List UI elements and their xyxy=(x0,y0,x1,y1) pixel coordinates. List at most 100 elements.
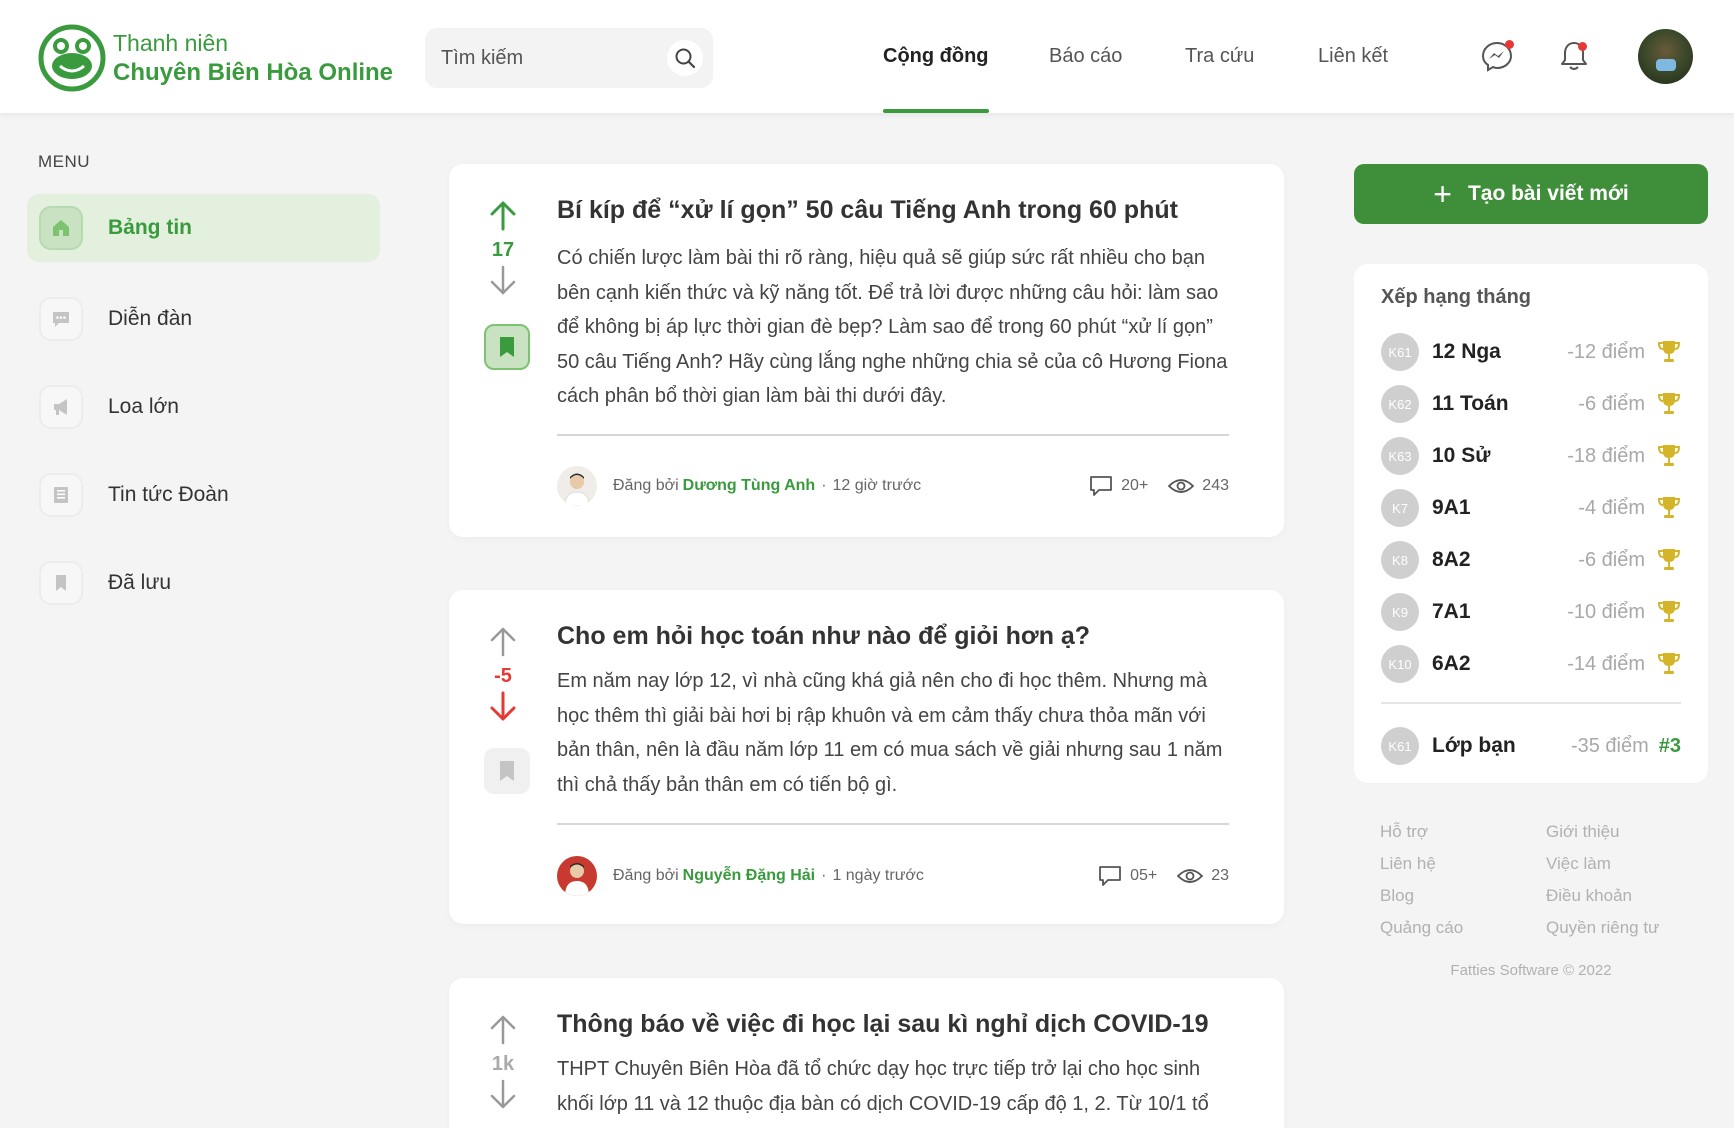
class-badge: K61 xyxy=(1381,727,1419,765)
ranking-row[interactable]: K63 10 Sử -18 điểm xyxy=(1381,436,1681,476)
class-points: -6 điểm xyxy=(1578,392,1645,415)
brand-line-2: Chuyên Biên Hòa Online xyxy=(113,59,394,86)
bookmark-button[interactable] xyxy=(484,748,530,794)
post-body: Có chiến lược làm bài thi rõ ràng, hiệu … xyxy=(557,247,1228,407)
comments-stat[interactable]: 05+ xyxy=(1098,865,1157,887)
brand-name[interactable]: Thanh niên Chuyên Biên Hòa Online xyxy=(113,29,393,87)
downvote-icon[interactable] xyxy=(487,1078,519,1110)
post-time: 12 giờ trước xyxy=(832,477,922,494)
upvote-icon[interactable] xyxy=(487,200,519,232)
footer-link-blog[interactable]: Blog xyxy=(1380,886,1414,906)
ranking-row[interactable]: K8 8A2 -6 điểm xyxy=(1381,540,1681,580)
ranking-row[interactable]: K61 12 Nga -12 điểm xyxy=(1381,332,1681,372)
downvote-icon[interactable] xyxy=(487,690,519,722)
home-icon xyxy=(39,206,83,250)
bookmark-button[interactable] xyxy=(484,324,530,370)
class-points: -10 điểm xyxy=(1567,600,1645,623)
class-name: 10 Sử xyxy=(1432,444,1491,467)
tab-tra-cuu[interactable]: Tra cứu xyxy=(1185,0,1254,113)
views-stat: 243 xyxy=(1168,477,1229,495)
post-stats: 05+ 23 xyxy=(1098,865,1229,887)
trophy-icon xyxy=(1657,445,1681,466)
footer-link-gioi-thieu[interactable]: Giới thiệu xyxy=(1546,822,1620,842)
class-badge: K62 xyxy=(1381,385,1419,423)
brand-line-1: Thanh niên xyxy=(113,30,229,56)
post-card[interactable]: -5 Cho em hỏi học toán như nào để giỏi h… xyxy=(449,590,1284,924)
post-title[interactable]: Bí kíp để “xử lí gọn” 50 câu Tiếng Anh t… xyxy=(557,196,1234,225)
post-divider xyxy=(557,434,1229,436)
vote-widget: 17 xyxy=(479,200,527,301)
ranking-row[interactable]: K62 11 Toán -6 điểm xyxy=(1381,384,1681,424)
my-class-row[interactable]: K61 Lớp bạn -35 điểm #3 xyxy=(1381,726,1681,766)
megaphone-icon xyxy=(39,385,83,429)
footer-link-quyen-rieng-tu[interactable]: Quyền riêng tư xyxy=(1546,918,1659,938)
tab-label: Báo cáo xyxy=(1049,45,1123,67)
ranking-row[interactable]: K7 9A1 -4 điểm xyxy=(1381,488,1681,528)
sidebar-item-label: Bảng tin xyxy=(108,216,192,239)
avatar[interactable] xyxy=(1638,29,1693,84)
ranking-row[interactable]: K9 7A1 -10 điểm xyxy=(1381,592,1681,632)
downvote-icon[interactable] xyxy=(487,264,519,296)
frog-logo-icon[interactable] xyxy=(38,24,106,92)
vote-count: 17 xyxy=(491,239,515,261)
sidebar-item-da-luu[interactable]: Đã lưu xyxy=(27,549,380,617)
class-name: Lớp bạn xyxy=(1432,734,1516,757)
search-input[interactable] xyxy=(441,28,656,88)
trophy-icon xyxy=(1657,341,1681,362)
sidebar-item-label: Diễn đàn xyxy=(108,307,193,330)
ranking-row[interactable]: K10 6A2 -14 điểm xyxy=(1381,644,1681,684)
post-card[interactable]: 1k Thông báo về việc đi học lại sau kì n… xyxy=(449,978,1284,1128)
bookmark-icon xyxy=(500,337,514,357)
class-name: 8A2 xyxy=(1432,548,1471,571)
search-button[interactable] xyxy=(667,40,703,76)
footer-link-quang-cao[interactable]: Quảng cáo xyxy=(1380,918,1463,938)
vote-count: -5 xyxy=(494,665,512,687)
class-badge: K9 xyxy=(1381,593,1419,631)
comments-stat[interactable]: 20+ xyxy=(1089,475,1148,497)
tab-lien-ket[interactable]: Liên kết xyxy=(1318,0,1388,113)
create-post-label: Tạo bài viết mới xyxy=(1467,182,1629,205)
sidebar-item-bang-tin[interactable]: Bảng tin xyxy=(27,194,380,262)
author-name[interactable]: Dương Tùng Anh xyxy=(683,477,816,495)
class-badge: K63 xyxy=(1381,437,1419,475)
footer-link-viec-lam[interactable]: Việc làm xyxy=(1546,854,1611,874)
post-divider xyxy=(557,823,1229,825)
post-card[interactable]: 17 Bí kíp để “xử lí gọn” 50 câu Tiếng An… xyxy=(449,164,1284,537)
vote-widget: -5 xyxy=(479,626,527,727)
view-count: 243 xyxy=(1202,477,1229,494)
sidebar-item-label: Tin tức Đoàn xyxy=(108,483,229,506)
trophy-icon xyxy=(1657,653,1681,674)
footer-link-ho-tro[interactable]: Hỗ trợ xyxy=(1380,822,1428,842)
post-title[interactable]: Cho em hỏi học toán như nào để giỏi hơn … xyxy=(557,622,1234,651)
post-title[interactable]: Thông báo về việc đi học lại sau kì nghỉ… xyxy=(557,1010,1234,1039)
bookmark-icon xyxy=(39,561,83,605)
class-points: -12 điểm xyxy=(1567,340,1645,363)
footer-link-dieu-khoan[interactable]: Điều khoản xyxy=(1546,886,1632,906)
post-meta: Đăng bởi Nguyễn Đặng Hải · 1 ngày trước … xyxy=(557,854,1229,898)
meta-separator: · xyxy=(821,867,827,884)
bell-icon xyxy=(1561,42,1587,70)
create-post-button[interactable]: + Tạo bài viết mới xyxy=(1354,164,1708,224)
search-bar xyxy=(425,28,713,88)
upvote-icon[interactable] xyxy=(487,1014,519,1046)
notifications-button[interactable] xyxy=(1556,38,1592,74)
news-icon xyxy=(39,473,83,517)
class-points: -18 điểm xyxy=(1567,444,1645,467)
sidebar-item-loa-lon[interactable]: Loa lớn xyxy=(27,373,380,441)
meta-separator: · xyxy=(821,477,827,494)
eye-icon xyxy=(1168,479,1195,493)
tab-bao-cao[interactable]: Báo cáo xyxy=(1049,0,1122,113)
tab-cong-dong[interactable]: Cộng đồng xyxy=(883,0,989,113)
sidebar-item-dien-dan[interactable]: Diễn đàn xyxy=(27,285,380,353)
class-name: 11 Toán xyxy=(1432,392,1509,415)
messenger-button[interactable] xyxy=(1479,38,1515,74)
trophy-icon xyxy=(1657,549,1681,570)
author-name[interactable]: Nguyễn Đặng Hải xyxy=(683,867,815,885)
tab-label: Tra cứu xyxy=(1185,45,1255,67)
sidebar-item-tin-tuc-doan[interactable]: Tin tức Đoàn xyxy=(27,461,380,529)
footer-link-lien-he[interactable]: Liên hệ xyxy=(1380,854,1436,874)
upvote-icon[interactable] xyxy=(487,626,519,658)
comment-icon xyxy=(1099,866,1121,886)
author-avatar[interactable] xyxy=(557,856,597,896)
author-avatar[interactable] xyxy=(557,466,597,506)
